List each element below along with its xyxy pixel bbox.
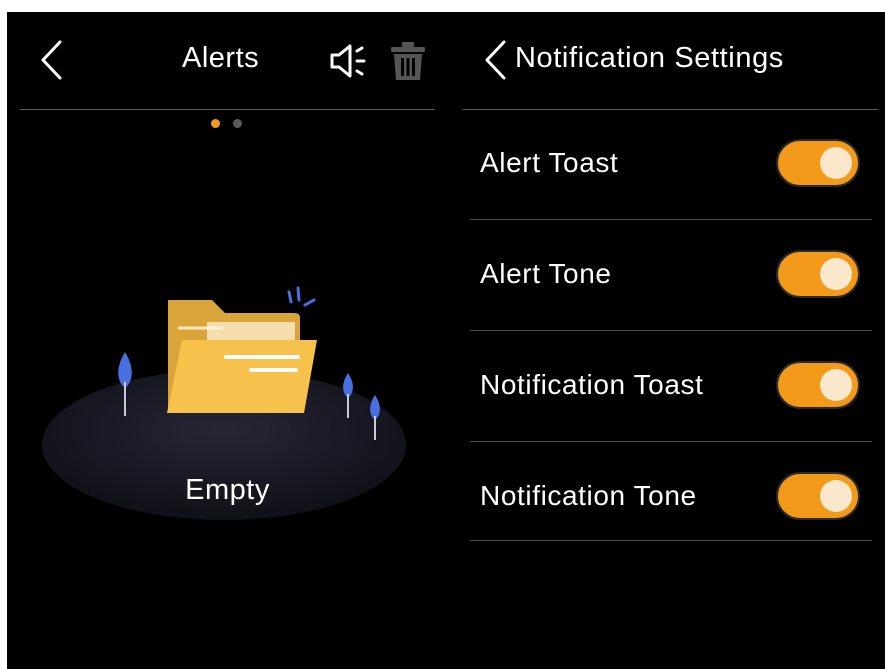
page-dot-active[interactable] (211, 119, 220, 128)
trash-icon (391, 42, 425, 80)
back-button[interactable] (483, 38, 509, 82)
delete-button[interactable] (389, 40, 427, 82)
notification-tone-toggle[interactable] (776, 472, 860, 520)
toggle-knob (820, 258, 852, 290)
notification-settings-panel: Notification Settings Alert Toast Alert … (463, 12, 885, 669)
setting-row-notification-tone: Notification Tone (470, 442, 872, 541)
settings-header: Notification Settings (463, 12, 878, 110)
back-button[interactable] (39, 38, 65, 82)
notification-toast-toggle[interactable] (776, 361, 860, 409)
alert-tone-toggle[interactable] (776, 250, 860, 298)
page-title: Notification Settings (515, 42, 784, 74)
settings-list: Alert Toast Alert Tone Notification Toas… (470, 109, 872, 541)
chevron-left-icon (485, 40, 506, 80)
setting-row-notification-toast: Notification Toast (470, 331, 872, 442)
page-title: Alerts (182, 42, 260, 74)
toggle-knob (820, 369, 852, 401)
alerts-header: Alerts (20, 12, 435, 110)
toggle-knob (820, 480, 852, 512)
mute-button[interactable] (329, 43, 371, 79)
setting-label: Alert Tone (480, 258, 612, 289)
setting-row-alert-toast: Alert Toast (470, 109, 872, 220)
chevron-left-icon (41, 40, 62, 80)
page-indicator (211, 119, 247, 129)
alert-toast-toggle[interactable] (776, 139, 860, 187)
setting-label: Notification Tone (480, 480, 697, 511)
page-dot[interactable] (233, 119, 242, 128)
setting-label: Notification Toast (480, 369, 704, 400)
setting-row-alert-tone: Alert Tone (470, 220, 872, 331)
setting-label: Alert Toast (480, 147, 619, 178)
device-screen: Alerts Empty Notification Settings Alert… (7, 12, 885, 669)
toggle-knob (820, 147, 852, 179)
speaker-icon (330, 44, 366, 78)
empty-state-label: Empty (185, 474, 270, 506)
alerts-panel: Alerts Empty (7, 12, 448, 669)
